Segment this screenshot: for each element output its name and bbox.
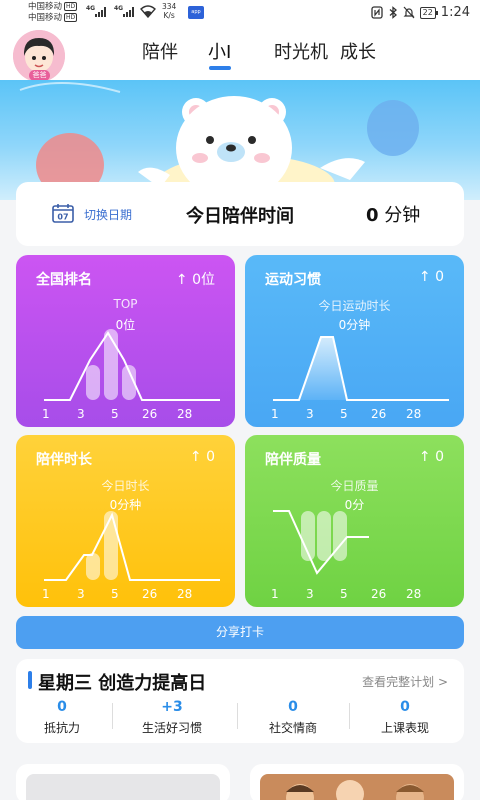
content-image-placeholder (26, 774, 220, 800)
tab-companion[interactable]: 陪伴 (134, 38, 200, 64)
view-full-plan-link[interactable]: 查看完整计划 > (362, 673, 448, 690)
national-ranking-card[interactable]: 全国排名 ↑ 0位 TOP 0位 1 3 5 26 28 (16, 255, 235, 427)
content-card-right[interactable] (250, 764, 464, 800)
plan-title: 星期三 创造力提高日 (38, 673, 207, 694)
card-rank: ↑ 0位 (175, 272, 215, 288)
metric-class-performance: 0 上课表现 (380, 699, 429, 735)
card-title: 陪伴时长 (36, 452, 92, 468)
app-notification-icon: app (188, 6, 204, 19)
today-companion-time-value: 0 分钟 (366, 205, 421, 226)
plan-accent-bar (28, 671, 32, 689)
card-subtitle: 今日时长 (101, 479, 150, 493)
metric-immunity: 0 抵抗力 (43, 699, 80, 735)
carrier-2: 中国移动 HD (28, 13, 78, 23)
top-tabs: 陪伴 小I 时光机 成长 (134, 38, 398, 70)
svg-text:07: 07 (57, 213, 68, 222)
network-speed: 334 K/s (162, 2, 177, 20)
avatar[interactable]: 爸爸 (13, 30, 65, 82)
metric-social-eq: 0 社交情商 (268, 699, 317, 735)
nfc-icon (370, 6, 383, 19)
tab-xiao-i[interactable]: 小I (200, 38, 266, 70)
companion-quality-card[interactable]: 陪伴质量 ↑ 0 今日质量 0分 1 3 5 26 28 (245, 435, 464, 607)
content-card-left[interactable] (16, 764, 230, 800)
tab-time-machine[interactable]: 时光机 (266, 38, 332, 64)
exercise-trend-chart (273, 336, 449, 401)
card-subtitle: 今日质量 (330, 479, 379, 493)
share-checkin-button[interactable]: 分享打卡 (16, 616, 464, 649)
metric-good-habits: +3 生活好习惯 (141, 699, 202, 735)
card-rank: ↑ 0 (418, 449, 444, 465)
daily-plan-card: 星期三 创造力提高日 查看完整计划 > 0 抵抗力 +3 生活好习惯 0 社交情… (16, 659, 464, 743)
today-companion-time-label: 今日陪伴时间 (186, 206, 294, 227)
clock: 1:24 (440, 5, 470, 20)
mute-icon (403, 6, 415, 19)
tab-growth[interactable]: 成长 (332, 38, 398, 64)
metric-divider (112, 703, 113, 729)
card-rank: ↑ 0 (418, 269, 444, 285)
status-bar: 中国移动 HD 中国移动 HD 4G 4G 334 K/s app 22 1:24 (0, 0, 480, 26)
quality-trend-chart (273, 510, 369, 575)
switch-date-button[interactable]: 切换日期 (84, 206, 132, 223)
card-title: 运动习惯 (265, 272, 321, 288)
card-subtitle: 今日运动时长 (318, 299, 391, 313)
bluetooth-icon (389, 6, 397, 19)
children-photo (260, 774, 454, 800)
card-rank: ↑ 0 (189, 449, 215, 465)
signal-icon (123, 7, 134, 17)
duration-trend-chart (44, 511, 220, 581)
card-title: 全国排名 (36, 272, 92, 288)
companion-duration-card[interactable]: 陪伴时长 ↑ 0 今日时长 0分种 1 3 5 26 28 (16, 435, 235, 607)
wifi-icon (140, 5, 156, 18)
balloon-icon (367, 100, 419, 156)
active-tab-indicator (209, 66, 231, 70)
signal-icon (95, 7, 106, 17)
carrier-1: 中国移动 HD (28, 2, 78, 12)
header: 爸爸 陪伴 小I 时光机 成长 (0, 26, 480, 82)
ranking-trend-chart (44, 329, 220, 401)
calendar-icon[interactable]: 07 (52, 203, 74, 223)
card-subtitle: TOP (113, 297, 138, 311)
exercise-habit-card[interactable]: 运动习惯 ↑ 0 今日运动时长 0分钟 1 3 5 26 28 (245, 255, 464, 427)
battery-level: 22 (419, 6, 439, 19)
card-title: 陪伴质量 (265, 452, 321, 468)
today-time-card: 07 切换日期 今日陪伴时间 0 分钟 (16, 182, 464, 246)
